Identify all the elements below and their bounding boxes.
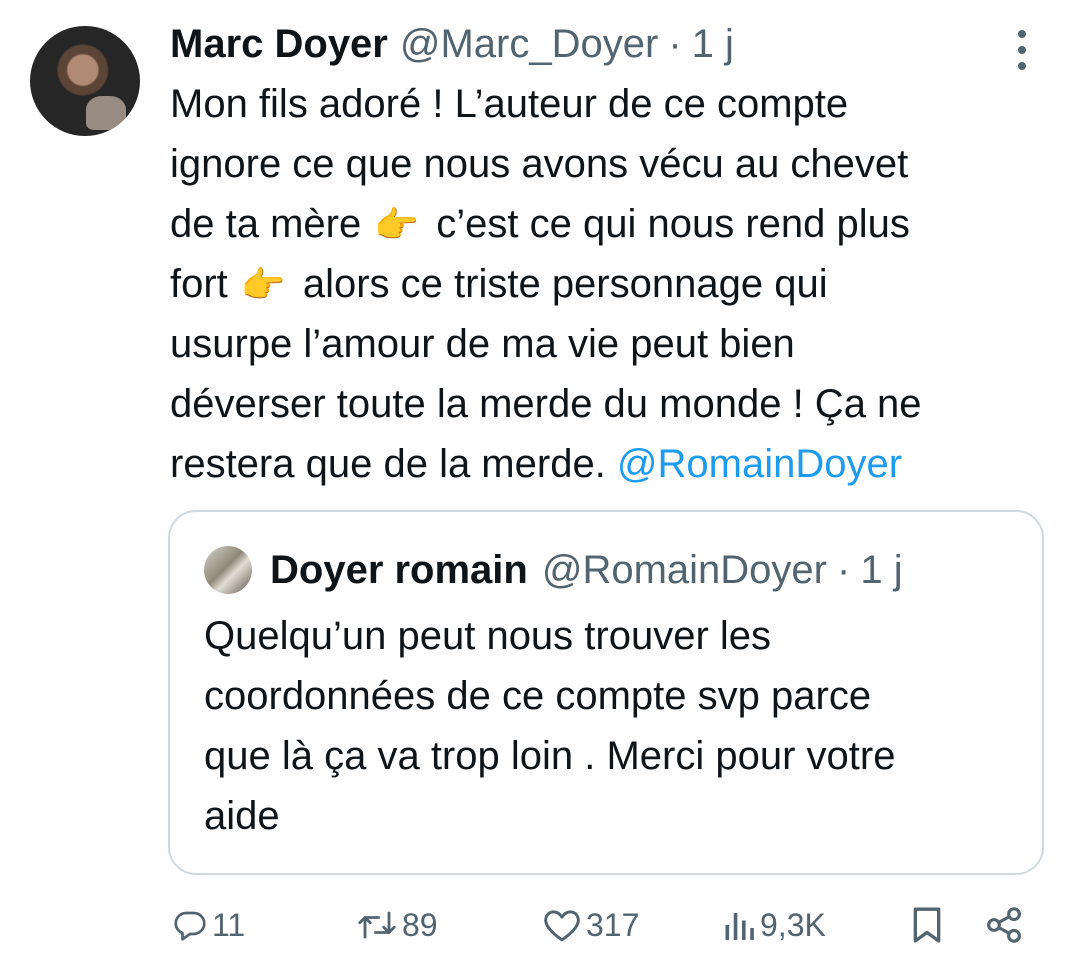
author-name[interactable]: Marc Doyer bbox=[170, 14, 388, 74]
quoted-tweet-header: Doyer romain @RomainDoyer · 1 j bbox=[270, 540, 903, 600]
text-line: usurpe l’amour de ma vie peut bien bbox=[170, 322, 795, 366]
tweet-header: Marc Doyer @Marc_Doyer · 1 j bbox=[170, 14, 734, 74]
view-count: 9,3K bbox=[760, 906, 826, 943]
text-line: aide bbox=[204, 794, 280, 838]
text-fragment: fort bbox=[170, 262, 239, 306]
reply-count: 11 bbox=[212, 906, 246, 943]
author-handle[interactable]: @Marc_Doyer bbox=[400, 14, 658, 74]
pointing-hand-emoji: 👉 bbox=[240, 264, 286, 305]
tweet-time[interactable]: 1 j bbox=[692, 14, 734, 74]
like-button[interactable]: 317 bbox=[542, 895, 639, 955]
text-line: de ta mère 👉 c’est ce qui nous rend plus bbox=[170, 194, 1050, 254]
text-fragment: c’est ce qui nous rend plus bbox=[425, 202, 910, 246]
text-line: fort 👉 alors ce triste personnage qui bbox=[170, 254, 1050, 314]
text-line: Mon fils adoré ! L’auteur de ce compte bbox=[170, 82, 849, 126]
retweet-button[interactable]: 89 bbox=[356, 895, 438, 955]
tweet-text: Mon fils adoré ! L’auteur de ce compte i… bbox=[170, 74, 1050, 494]
analytics-icon bbox=[725, 913, 754, 940]
text-fragment: restera que de la merde. bbox=[170, 442, 617, 486]
bookmark-button[interactable] bbox=[910, 895, 944, 955]
pointing-hand-emoji: 👉 bbox=[374, 204, 420, 245]
quoted-tweet-time[interactable]: 1 j bbox=[860, 540, 902, 600]
bookmark-icon bbox=[913, 907, 941, 943]
retweet-icon bbox=[358, 911, 396, 939]
retweet-count: 89 bbox=[402, 906, 438, 943]
separator-dot: · bbox=[837, 548, 851, 592]
text-line: que là ça va trop loin . Merci pour votr… bbox=[204, 734, 896, 778]
action-bar: 11 89 317 9,3K bbox=[0, 895, 1077, 955]
heart-icon bbox=[544, 910, 580, 942]
text-line: Quelqu’un peut nous trouver les bbox=[204, 614, 772, 658]
text-line: restera que de la merde. @RomainDoyer bbox=[170, 434, 1050, 494]
text-fragment: de ta mère bbox=[170, 202, 373, 246]
text-fragment: alors ce triste personnage qui bbox=[291, 262, 828, 306]
quoted-tweet[interactable]: Doyer romain @RomainDoyer · 1 j Quelqu’u… bbox=[168, 510, 1044, 875]
text-line: coordonnées de ce compte svp parce bbox=[204, 674, 872, 718]
mention-link[interactable]: @RomainDoyer bbox=[617, 442, 902, 486]
quoted-author-avatar[interactable] bbox=[204, 546, 252, 594]
tweet[interactable]: Marc Doyer @Marc_Doyer · 1 j Mon fils ad… bbox=[0, 0, 1077, 954]
more-options-icon[interactable] bbox=[1006, 30, 1038, 70]
reply-button[interactable]: 11 bbox=[172, 895, 245, 955]
text-line: ignore ce que nous avons vécu au chevet bbox=[170, 142, 909, 186]
share-button[interactable] bbox=[984, 895, 1024, 955]
quoted-author-name[interactable]: Doyer romain bbox=[270, 540, 528, 600]
author-avatar[interactable] bbox=[30, 26, 140, 136]
quoted-author-handle[interactable]: @RomainDoyer bbox=[542, 540, 827, 600]
views-button[interactable]: 9,3K bbox=[722, 895, 826, 955]
reply-icon bbox=[174, 911, 206, 941]
like-count: 317 bbox=[586, 906, 640, 943]
quoted-tweet-text: Quelqu’un peut nous trouver les coordonn… bbox=[204, 606, 1024, 846]
text-line: déverser toute la merde du monde ! Ça ne bbox=[170, 382, 922, 426]
share-icon bbox=[987, 907, 1021, 943]
separator-dot: · bbox=[668, 22, 682, 66]
